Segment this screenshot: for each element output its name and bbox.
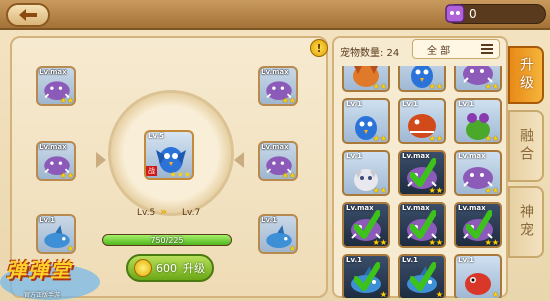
tab-fusion[interactable]: 融合 [508,110,544,182]
card-stars: ★★ [484,186,499,195]
gem-count: 0 [469,7,477,21]
upgrade-cost: 600 [156,261,177,275]
card-stars: ★ [379,290,387,298]
level-from: Lv.5 [137,208,156,218]
filter-label: 全 部 [427,45,451,57]
slot-stars: ★★ [59,96,74,105]
tab-upgrade[interactable]: 升级 [508,46,544,104]
pet-card[interactable]: Lv.1 ★ [454,254,502,298]
level-arrow-icon: » [160,205,168,218]
material-slot[interactable]: Lv.max ★★ [258,66,298,106]
pet-grid: ★★ ★★ ★★ Lv.1 ★★ Lv.1 ★★ Lv.1 ★★ Lv.1 ★★ Lv.max ★★ Lv… [338,66,504,298]
pet-card[interactable]: Lv.1 ★★ [454,98,502,144]
card-stars: ★★ [484,134,499,143]
checkmark-icon [410,262,436,291]
filter-dropdown[interactable]: 全 部 [412,39,500,59]
exp-text: 750/225 [150,236,184,245]
logo-title: 弹弹堂 [6,258,72,282]
game-screen: 0 ! Lv.max ★★ Lv.max ★★ Lv.max ★★ Lv.max ★★ Lv.1… [0,0,550,301]
list-icon [481,44,493,54]
main-pet-stars: ★★★ [169,170,191,179]
pet-card[interactable]: Lv.max ★★ [398,202,446,248]
back-button[interactable] [6,3,50,27]
material-slot[interactable]: Lv.1 ★ [258,214,298,254]
card-stars: ★★ [428,134,443,143]
card-level: Lv.1 [402,100,418,108]
slot-level: Lv.max [39,68,67,76]
upgrade-button[interactable]: 600 升级 [126,254,214,282]
arrow-right-icon [96,152,106,168]
slot-stars: ★ [288,244,296,253]
material-slot[interactable]: Lv.max ★★ [36,66,76,106]
card-stars: ★ [491,290,499,298]
tab-label: 融合 [518,128,534,164]
coin-icon [134,259,152,277]
card-stars: ★★ [372,82,387,91]
pet-card[interactable]: Lv.1 ★ [398,254,446,298]
pet-card[interactable]: Lv.1 ★★ [398,98,446,144]
exp-bar: 750/225 [102,234,232,246]
slot-level: Lv.1 [261,216,277,224]
card-level: Lv.1 [346,100,362,108]
slot-level: Lv.1 [39,216,55,224]
material-slot[interactable]: Lv.max ★★ [36,141,76,181]
top-bar: 0 [0,0,550,30]
level-to: Lv.7 [182,208,201,218]
pet-card[interactable]: Lv.max ★★ [398,150,446,196]
card-stars: ★★ [372,186,387,195]
pet-card[interactable]: ★★ [342,66,390,92]
card-stars: ★★ [484,82,499,91]
info-button[interactable]: ! [310,39,328,57]
pet-card[interactable]: Lv.max ★★ [342,202,390,248]
main-pet-slot[interactable]: Lv.5 战 ★★★ [144,130,194,180]
pet-card[interactable]: Lv.1 ★ [342,254,390,298]
pet-card[interactable]: Lv.max ★★ [454,150,502,196]
purple-gem-icon [445,4,465,23]
card-stars: ★★ [372,134,387,143]
battle-badge: 战 [146,166,157,176]
checkmark-icon [354,210,380,239]
card-level: Lv.max [458,152,486,160]
pet-card[interactable]: Lv.1 ★★ [342,98,390,144]
logo-subtitle: 官方正版手游 [24,292,61,299]
slot-level: Lv.max [261,143,289,151]
slot-stars: ★★ [281,171,296,180]
checkmark-icon [354,262,380,291]
upgrade-label: 升级 [183,262,205,275]
pet-card[interactable]: Lv.max ★★ [454,202,502,248]
card-level: Lv.1 [346,152,362,160]
pet-card[interactable]: ★★ [398,66,446,92]
checkmark-icon [410,158,436,187]
card-level: Lv.1 [458,256,474,264]
main-pet-level: Lv.5 [148,132,164,140]
card-level: Lv.1 [458,100,474,108]
card-stars: ★★ [428,82,443,91]
pet-card[interactable]: Lv.1 ★★ [342,150,390,196]
pet-card[interactable]: ★★ [454,66,502,92]
material-slot[interactable]: Lv.max ★★ [258,141,298,181]
arrow-left-icon [234,152,244,168]
card-stars: ★ [435,290,443,298]
tab-label: 神宠 [518,204,534,240]
slot-level: Lv.max [261,68,289,76]
checkmark-icon [410,210,436,239]
slot-stars: ★★ [59,171,74,180]
pet-count-label: 宠物数量: 24 [340,48,400,59]
checkmark-icon [466,210,492,239]
tab-label: 升级 [518,57,534,93]
slot-stars: ★★ [281,96,296,105]
tab-divine[interactable]: 神宠 [508,186,544,258]
back-arrow-icon [19,9,37,21]
slot-level: Lv.max [39,143,67,151]
